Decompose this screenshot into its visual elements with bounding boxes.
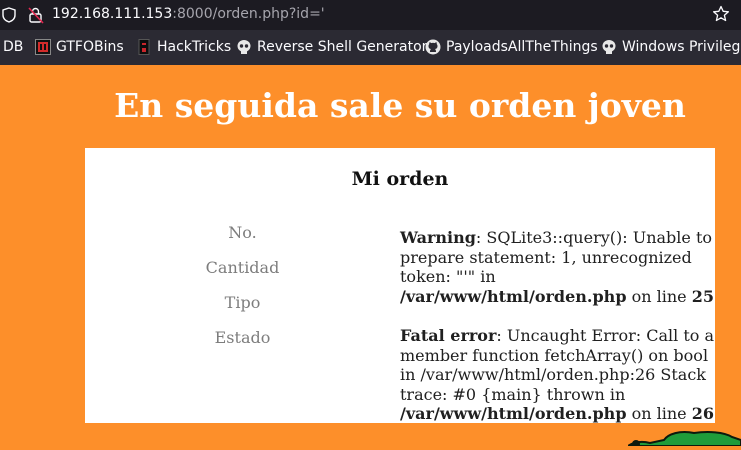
warning-line: 25 (691, 286, 714, 306)
bookmark-db[interactable]: DB (3, 39, 23, 55)
bookmark-label: PayloadsAllTheThings (446, 39, 598, 55)
skull-icon (236, 39, 252, 55)
bookmark-label: Reverse Shell Generator (257, 39, 428, 55)
card-title: Mi orden (351, 168, 449, 190)
bookmark-hacktricks[interactable]: HackTricks (136, 39, 231, 55)
fatal-error-file: /var/www/html/orden.php (400, 404, 627, 423)
bookmark-label: Windows Privilege (622, 39, 741, 55)
warning-message: Warning: SQLite3::query(): Unable to pre… (400, 228, 714, 306)
order-card: Mi orden No. Cantidad Tipo Estado Warnin… (85, 148, 715, 423)
label-estado: Estado (214, 328, 271, 347)
bookmark-star-icon[interactable] (712, 5, 730, 27)
bookmarks-toolbar: DB GTFOBins HackTricks Reverse Shell Gen… (0, 30, 741, 65)
fatal-error-message: Fatal error: Uncaught Error: Call to a m… (400, 325, 715, 423)
warning-file: /var/www/html/orden.php (400, 286, 627, 306)
bookmark-label: DB (3, 39, 24, 55)
order-field-labels: No. Cantidad Tipo Estado (185, 224, 300, 364)
green-mascot-decoration (624, 428, 741, 450)
warning-label: Warning (400, 228, 476, 247)
label-cantidad: Cantidad (205, 258, 280, 277)
php-error-output: Warning: SQLite3::query(): Unable to pre… (400, 228, 715, 423)
gtfobins-icon (35, 39, 51, 55)
hacktricks-icon (136, 39, 152, 55)
tracking-shield-icon[interactable] (2, 7, 16, 27)
url-bar: 192.168.111.153:8000/orden.php?id=' (0, 0, 741, 30)
bookmark-payloadsallthethings[interactable]: PayloadsAllTheThings (425, 39, 598, 55)
bookmark-label: GTFOBins (56, 39, 124, 55)
url-path: :8000/orden.php?id=' (172, 6, 325, 22)
bookmark-label: HackTricks (157, 39, 232, 55)
address-field[interactable]: 192.168.111.153:8000/orden.php?id=' (52, 6, 325, 22)
bookmark-gtfobins[interactable]: GTFOBins (35, 39, 124, 55)
bookmark-reverse-shell-generator[interactable]: Reverse Shell Generator (236, 39, 427, 55)
page-heading: En seguida sale su orden joven (114, 86, 686, 125)
fatal-error-line: 26 (691, 404, 714, 423)
skull-icon (601, 39, 617, 55)
github-icon (425, 39, 441, 55)
insecure-lock-icon[interactable] (27, 6, 45, 28)
label-tipo: Tipo (224, 293, 261, 312)
label-no: No. (228, 223, 257, 242)
bookmark-windows-privilege[interactable]: Windows Privilege (601, 39, 741, 55)
fatal-error-label: Fatal error (400, 325, 497, 345)
url-host: 192.168.111.153 (52, 6, 173, 22)
